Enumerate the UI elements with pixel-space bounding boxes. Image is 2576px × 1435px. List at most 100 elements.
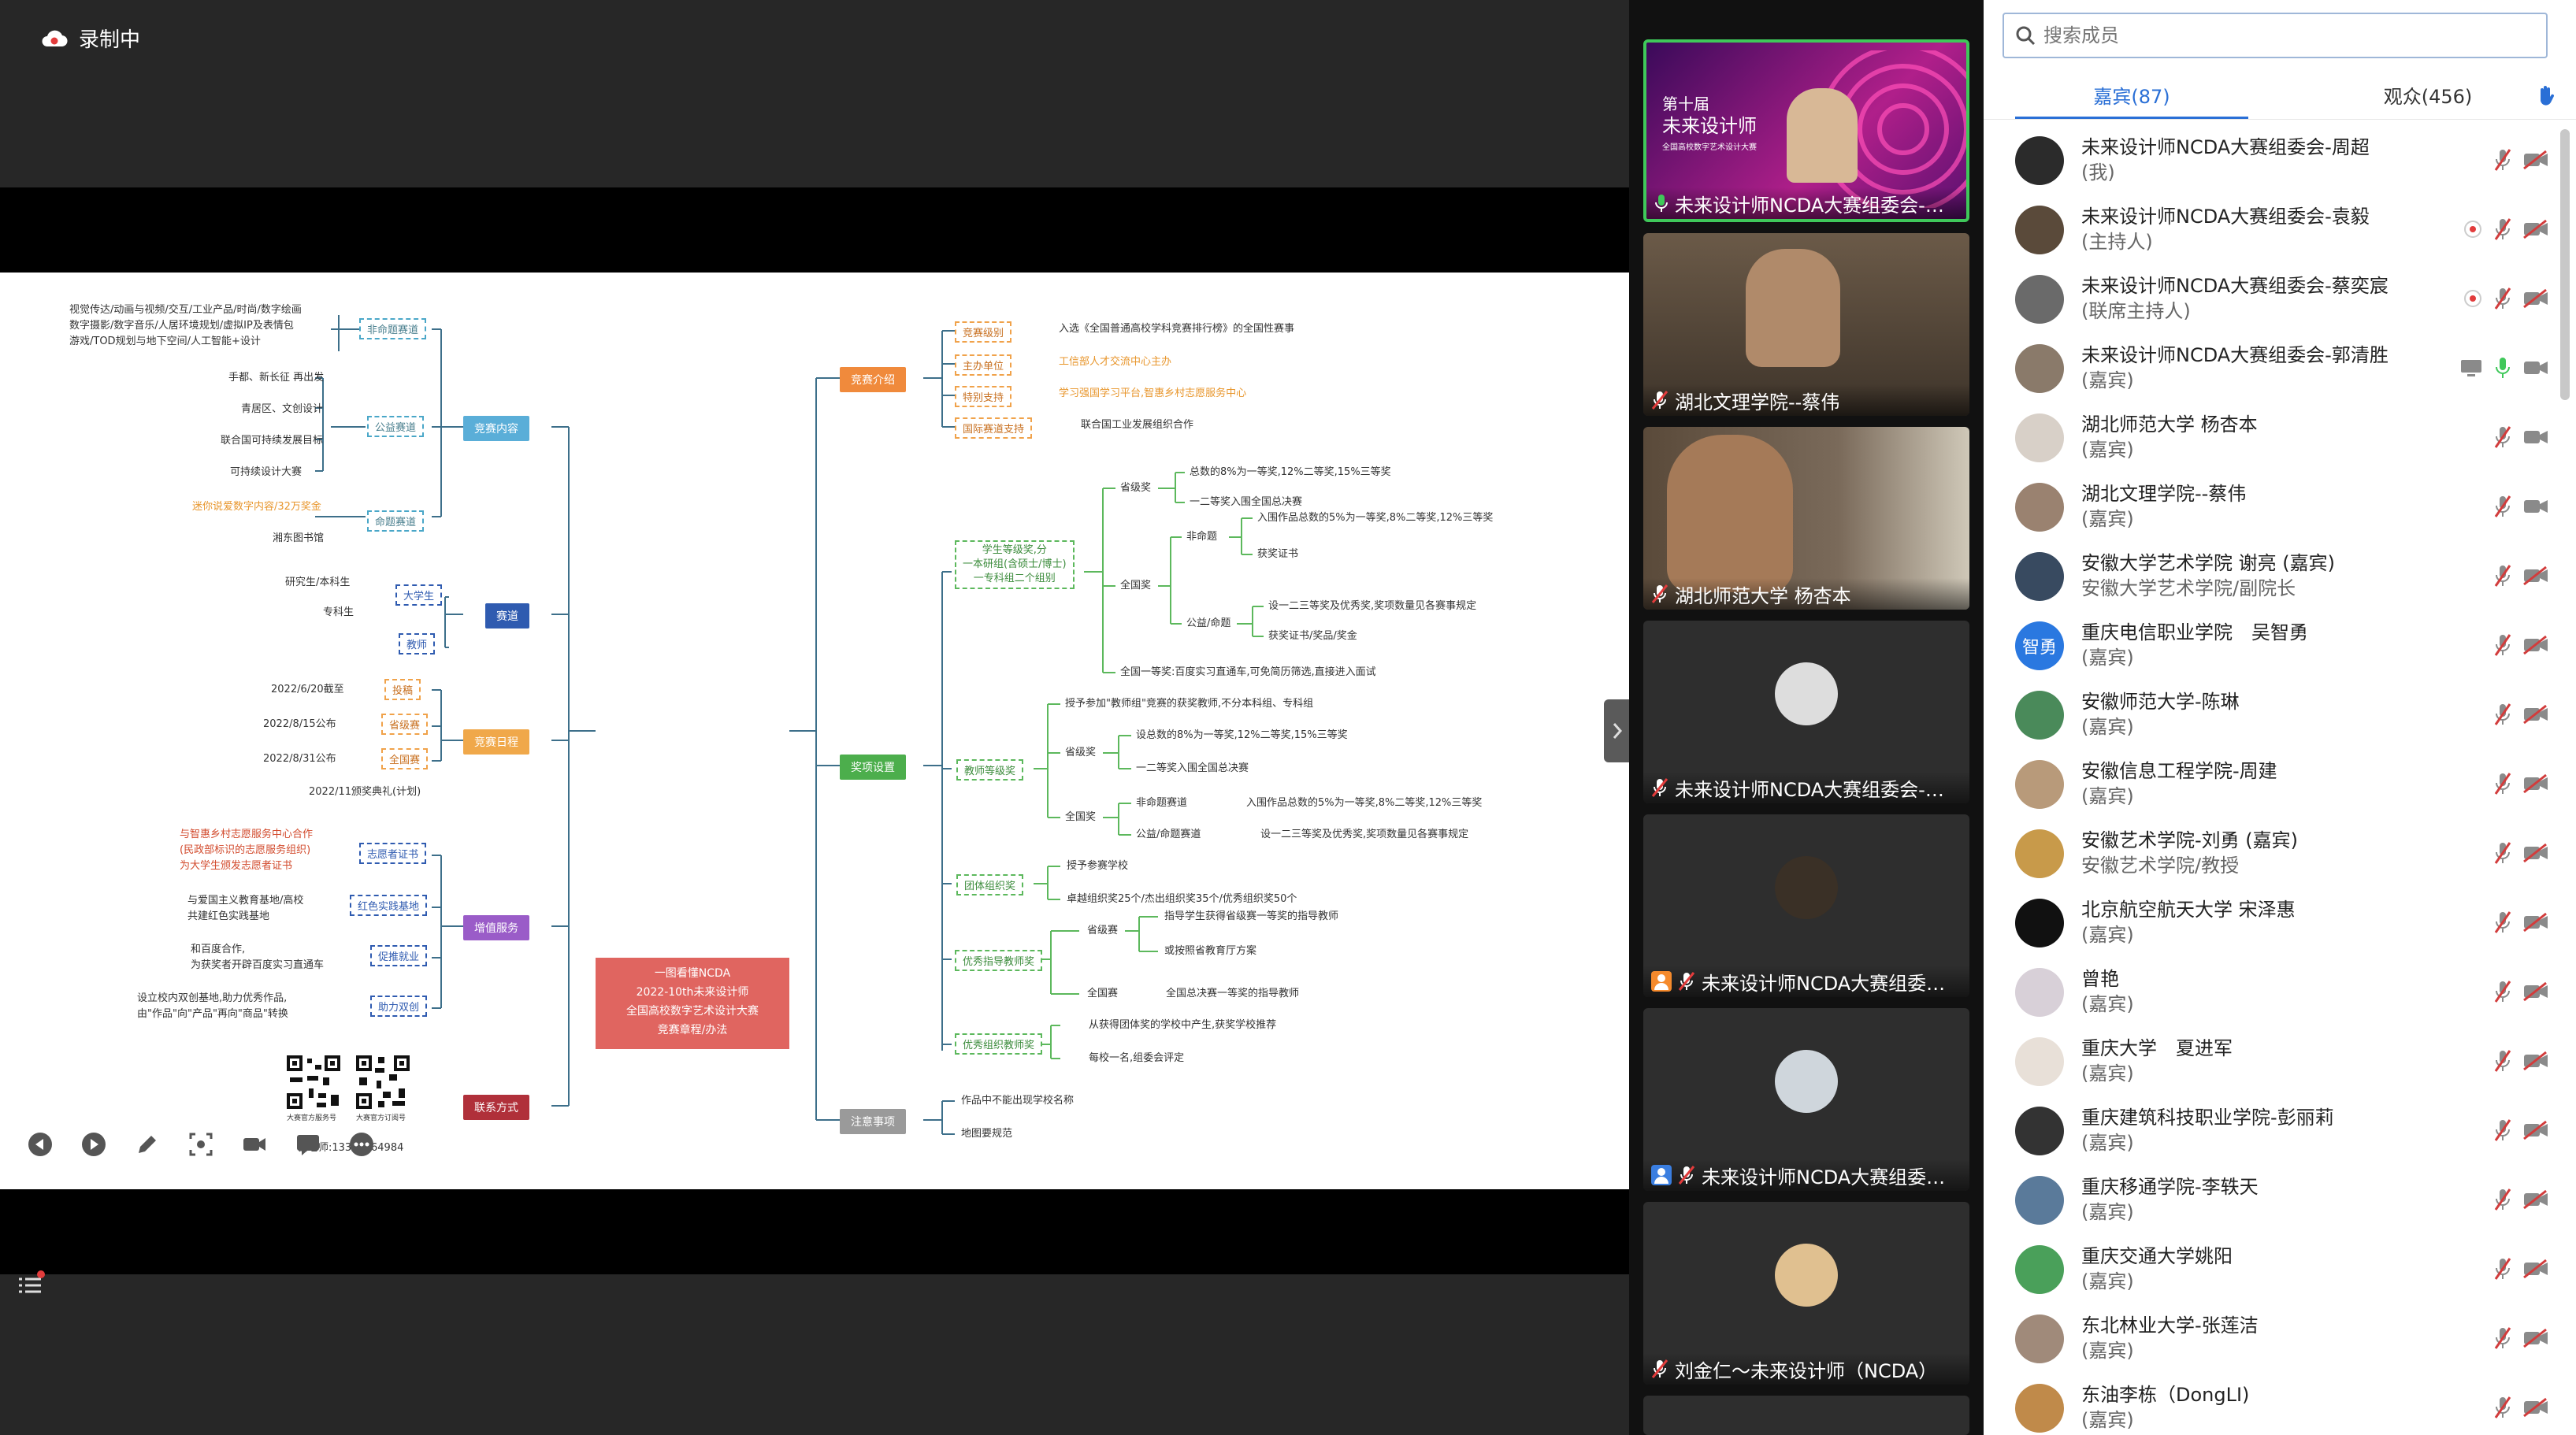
camera-off-icon[interactable] — [2522, 912, 2549, 933]
mic-muted-icon[interactable] — [2494, 1396, 2511, 1419]
participant-row[interactable]: 未来设计师NCDA大赛组委会-周超 (我) — [1984, 126, 2559, 195]
video-tile[interactable]: 刘金仁～未来设计师（NCDA） — [1643, 1202, 1969, 1385]
mm-tag: 全国赛 — [381, 748, 429, 769]
camera-off-icon[interactable] — [2522, 843, 2549, 863]
mic-muted-icon[interactable] — [2494, 772, 2511, 795]
participant-row[interactable]: 重庆交通大学姚阳 (嘉宾) — [1984, 1235, 2559, 1304]
mic-muted-icon[interactable] — [2494, 564, 2511, 588]
avatar — [1775, 1243, 1838, 1307]
tab-guests[interactable]: 嘉宾(87) — [1984, 71, 2280, 119]
camera-off-icon[interactable] — [2522, 1259, 2549, 1279]
participants-panel: 嘉宾(87) 观众(456) 未来设计师NCDA大赛组委会-周超 (我) 未来设… — [1984, 0, 2576, 1435]
camera-off-icon[interactable] — [2522, 288, 2549, 309]
mic-muted-icon[interactable] — [2494, 1257, 2511, 1281]
camera-on-icon[interactable] — [2522, 358, 2549, 378]
video-tile[interactable]: 未来设计师NCDA大赛组委… — [1643, 814, 1969, 997]
camera-off-icon[interactable] — [2522, 981, 2549, 1002]
camera-off-icon[interactable] — [2522, 1328, 2549, 1348]
annotate-button[interactable] — [134, 1131, 161, 1158]
participant-figure — [1667, 435, 1793, 592]
tab-audience[interactable]: 观众(456) — [2280, 71, 2576, 119]
next-page-button[interactable] — [80, 1131, 107, 1158]
participant-row[interactable]: 安徽艺术学院-刘勇 (嘉宾) 安徽艺术学院/教授 — [1984, 819, 2559, 888]
recording-indicator[interactable]: 录制中 — [41, 24, 140, 53]
mic-muted-icon[interactable] — [2494, 148, 2511, 172]
participant-row[interactable]: 安徽师范大学-陈琳 (嘉宾) — [1984, 680, 2559, 750]
camera-off-icon[interactable] — [2522, 1120, 2549, 1140]
mic-muted-icon[interactable] — [2494, 287, 2511, 310]
participant-role: (嘉宾) — [2081, 716, 2134, 738]
mm-text: 获奖证书 — [1257, 548, 1299, 560]
camera-on-icon[interactable] — [2522, 427, 2549, 447]
participant-row[interactable]: 东油李栋（DongLI) (嘉宾) — [1984, 1374, 2559, 1435]
camera-on-icon[interactable] — [2522, 496, 2549, 517]
participant-row[interactable]: 未来设计师NCDA大赛组委会-蔡奕宸 (联席主持人) — [1984, 265, 2559, 334]
search-input[interactable] — [2043, 24, 2516, 46]
mic-muted-icon[interactable] — [2494, 633, 2511, 657]
participant-row[interactable]: 湖北文理学院--蔡伟 (嘉宾) — [1984, 473, 2559, 542]
mic-muted-icon[interactable] — [2494, 1188, 2511, 1211]
participant-row[interactable]: 智勇 重庆电信职业学院 吴智勇 (嘉宾) — [1984, 611, 2559, 680]
list-scrollbar[interactable] — [2560, 129, 2570, 400]
search-box[interactable] — [2003, 13, 2548, 58]
participant-controls — [2494, 425, 2549, 449]
camera-off-icon[interactable] — [2522, 565, 2549, 586]
mic-muted-icon[interactable] — [2494, 1118, 2511, 1142]
participant-row[interactable]: 未来设计师NCDA大赛组委会-郭清胜 (嘉宾) — [1984, 334, 2559, 403]
participant-row[interactable]: 安徽大学艺术学院 谢亮 (嘉宾) 安徽大学艺术学院/副院长 — [1984, 542, 2559, 611]
collapse-panel-button[interactable] — [1604, 699, 1631, 762]
screenshot-button[interactable] — [187, 1131, 214, 1158]
mm-text: 工信部人才交流中心主办 — [1059, 356, 1172, 368]
camera-off-icon[interactable] — [2522, 219, 2549, 239]
mic-muted-icon[interactable] — [2494, 841, 2511, 865]
camera-off-icon[interactable] — [2522, 773, 2549, 794]
video-tile[interactable]: 湖北文理学院--蔡伟 — [1643, 233, 1969, 416]
participant-row[interactable]: 东北林业大学-张莲洁 (嘉宾) — [1984, 1304, 2559, 1374]
participant-row[interactable]: 湖北师范大学 杨杏本 (嘉宾) — [1984, 403, 2559, 473]
video-tile-speaker[interactable]: 第十届 未来设计师 全国高校数字艺术设计大赛 未来设计师NCDA大赛组委会-… — [1643, 39, 1969, 222]
mic-muted-icon[interactable] — [2494, 217, 2511, 241]
camera-off-icon[interactable] — [2522, 1051, 2549, 1071]
mic-muted-icon[interactable] — [2494, 910, 2511, 934]
mic-muted-icon[interactable] — [2494, 1326, 2511, 1350]
mic-muted-icon[interactable] — [2494, 1049, 2511, 1073]
mic-muted-icon[interactable] — [2494, 495, 2511, 518]
mic-muted-icon[interactable] — [2494, 980, 2511, 1003]
mm-tag: 竞赛级别 — [955, 321, 1012, 343]
video-tile[interactable]: 未来设计师NCDA大赛组委会-… — [1643, 621, 1969, 803]
mm-text: 和百度合作, — [191, 944, 246, 955]
mm-tag: 团体组织奖 — [956, 874, 1024, 895]
participant-row[interactable]: 重庆大学 夏进军 (嘉宾) — [1984, 1027, 2559, 1096]
member-list-toggle[interactable] — [14, 1270, 46, 1301]
mic-muted-icon[interactable] — [2494, 425, 2511, 449]
mic-on-icon[interactable] — [2494, 356, 2511, 380]
participant-row[interactable]: 未来设计师NCDA大赛组委会-袁毅 (主持人) — [1984, 195, 2559, 265]
camera-off-icon[interactable] — [2522, 1397, 2549, 1418]
prev-page-button[interactable] — [27, 1131, 54, 1158]
chat-button[interactable] — [295, 1131, 321, 1158]
mm-tag: 优秀指导教师奖 — [955, 950, 1043, 971]
participant-role: (嘉宾) — [2081, 1132, 2134, 1154]
mic-muted-icon[interactable] — [2494, 703, 2511, 726]
camera-off-icon[interactable] — [2522, 1189, 2549, 1210]
participant-row[interactable]: 安徽信息工程学院-周建 (嘉宾) — [1984, 750, 2559, 819]
camera-button[interactable] — [241, 1131, 268, 1158]
participant-row[interactable]: 重庆移通学院-李轶天 (嘉宾) — [1984, 1166, 2559, 1235]
mic-muted-icon — [1651, 778, 1668, 797]
camera-off-icon[interactable] — [2522, 150, 2549, 170]
participant-row[interactable]: 北京航空航天大学 宋泽惠 (嘉宾) — [1984, 888, 2559, 958]
participant-row[interactable]: 曾艳 (嘉宾) — [1984, 958, 2559, 1027]
mm-tag: 国际赛道支持 — [955, 417, 1033, 439]
video-tile[interactable]: 湖北师范大学 杨杏本 — [1643, 427, 1969, 610]
mm-text: 与爱国主义教育基地/高校 — [187, 895, 304, 907]
video-tile-partial[interactable] — [1643, 1396, 1969, 1435]
video-tile[interactable]: 未来设计师NCDA大赛组委… — [1643, 1008, 1969, 1191]
shared-slide-mindmap: 一图看懂NCDA 2022-10th未来设计师 全国高校数字艺术设计大赛 竞赛章… — [0, 273, 1629, 1189]
raise-hand-icon[interactable] — [2537, 85, 2554, 107]
avatar — [2015, 344, 2064, 393]
participant-tabs: 嘉宾(87) 观众(456) — [1984, 71, 2576, 120]
camera-off-icon[interactable] — [2522, 704, 2549, 725]
participant-row[interactable]: 重庆建筑科技职业学院-彭丽莉 (嘉宾) — [1984, 1096, 2559, 1166]
camera-off-icon[interactable] — [2522, 635, 2549, 655]
more-button[interactable] — [348, 1131, 375, 1158]
